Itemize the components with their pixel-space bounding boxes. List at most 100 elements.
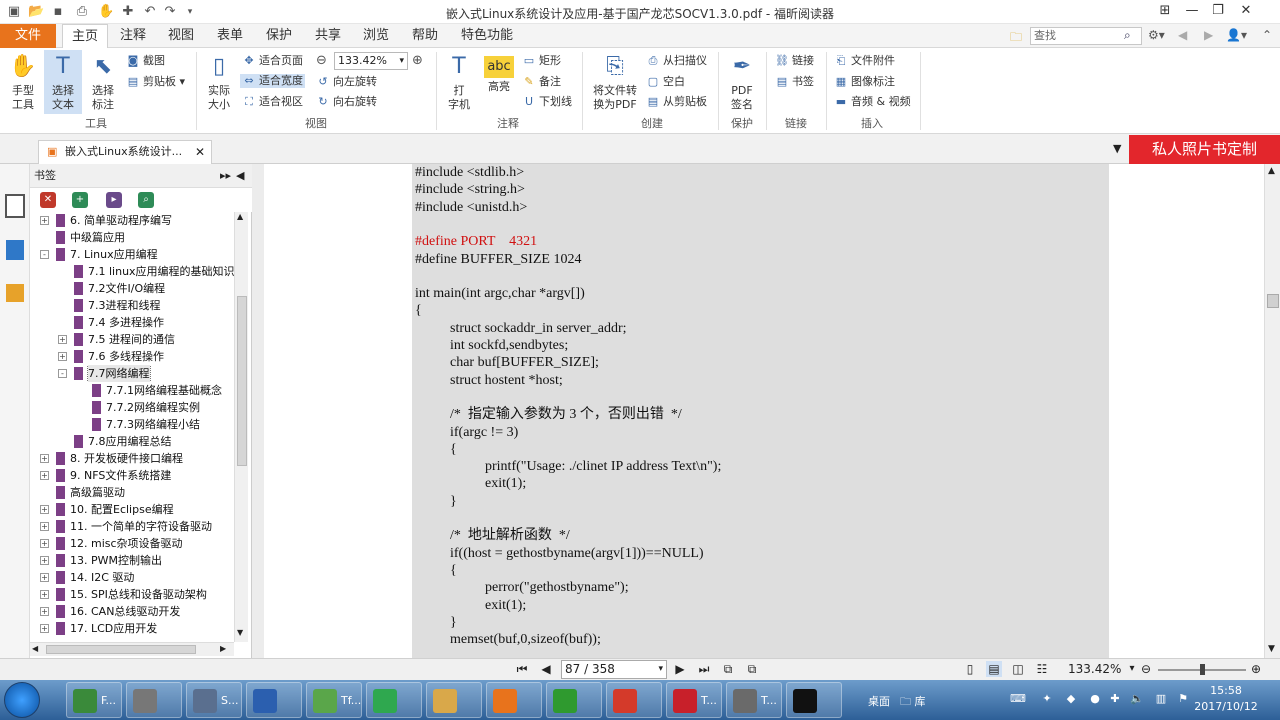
document-scrollbar[interactable]: ▲ ▼ xyxy=(1264,164,1280,658)
zoom-out-icon[interactable]: ⊖ xyxy=(316,53,327,68)
bookmark-item[interactable]: +13. PWM控制输出 xyxy=(34,552,234,569)
typewriter-button[interactable]: T 打 字机 xyxy=(441,52,477,112)
pdf-sign-button[interactable]: ✒ PDF 签名 xyxy=(724,52,760,112)
last-page-icon[interactable]: ⏭ xyxy=(696,661,712,677)
select-text-button[interactable]: T 选择 文本 xyxy=(44,50,82,114)
keyboard-icon[interactable]: ⌨ xyxy=(1010,692,1026,706)
taskbar-button[interactable]: T... xyxy=(726,682,782,718)
rotate-left-button[interactable]: ↺ 向左旋转 xyxy=(316,75,377,89)
search-icon[interactable]: ⌕ xyxy=(1124,28,1131,43)
taskbar-button[interactable]: Tf... xyxy=(306,682,362,718)
convert-to-pdf-button[interactable]: ⎘ 将文件转 换为PDF xyxy=(588,52,642,112)
tab-comment[interactable]: 注释 xyxy=(112,24,154,48)
bookmark-item[interactable]: 7.7.1网络编程基础概念 xyxy=(34,382,234,399)
bookmark-item[interactable]: +7.6 多线程操作 xyxy=(34,348,234,365)
forward-icon[interactable]: ▶ xyxy=(1204,28,1213,42)
page-number-input[interactable]: 87 / 358 ▾ xyxy=(561,660,667,679)
taskbar-button[interactable] xyxy=(426,682,482,718)
bookmarks-scrollbar[interactable]: ▲ ▼ xyxy=(234,212,248,642)
next-view-icon[interactable]: ⧉ xyxy=(744,661,760,677)
expand-icon[interactable]: + xyxy=(58,335,67,344)
bookmark-item[interactable]: 7.3进程和线程 xyxy=(34,297,234,314)
bookmark-item[interactable]: +7.5 进程间的通信 xyxy=(34,331,234,348)
clipboard-button[interactable]: ▤ 剪贴板 ▾ xyxy=(126,75,185,89)
collapse-panel-icon[interactable]: ◀ xyxy=(236,164,244,188)
continuous-page-icon[interactable]: ▤ xyxy=(986,661,1002,677)
tab-help[interactable]: 帮助 xyxy=(404,24,446,48)
taskbar-button[interactable] xyxy=(606,682,662,718)
link-button[interactable]: ⛓ 链接 xyxy=(775,54,814,68)
bookmarks-panel-icon[interactable] xyxy=(5,194,25,218)
zoom-in-icon[interactable]: ⊕ xyxy=(412,53,423,68)
settings-icon[interactable]: ⚙▾ xyxy=(1148,28,1165,42)
start-button[interactable] xyxy=(4,682,40,718)
network-icon[interactable]: ▥ xyxy=(1154,692,1168,706)
bookmark-item[interactable]: +10. 配置Eclipse编程 xyxy=(34,501,234,518)
expand-bookmark-icon[interactable]: ▸ xyxy=(106,192,122,208)
tab-home[interactable]: 主页 xyxy=(62,24,108,49)
comments-panel-icon[interactable] xyxy=(6,284,24,302)
expand-icon[interactable]: + xyxy=(40,607,49,616)
expand-panel-icon[interactable]: ▸▸ xyxy=(220,164,231,188)
minimize-button[interactable]: — xyxy=(1182,2,1202,20)
actual-size-button[interactable]: ▯ 实际 大小 xyxy=(200,52,238,112)
promo-banner[interactable]: 私人照片书定制 xyxy=(1129,135,1280,164)
zoom-select[interactable]: 133.42% ▾ xyxy=(334,52,408,70)
first-page-icon[interactable]: ⏮ xyxy=(514,661,530,677)
tab-form[interactable]: 表单 xyxy=(209,24,251,48)
horizontal-scroll-thumb[interactable] xyxy=(46,645,196,654)
expand-icon[interactable]: + xyxy=(40,573,49,582)
blank-button[interactable]: ▢ 空白 xyxy=(646,75,685,89)
tab-file[interactable]: 文件 xyxy=(0,24,56,48)
system-clock[interactable]: 15:58 2017/10/12 xyxy=(1190,683,1262,715)
expand-icon[interactable]: + xyxy=(40,590,49,599)
tray-label-library[interactable]: 🗀 库 xyxy=(900,693,926,712)
layout-icon[interactable]: ⊞ xyxy=(1155,2,1175,20)
collapse-icon[interactable]: - xyxy=(40,250,49,259)
fit-width-button[interactable]: ⇔ 适合宽度 xyxy=(240,74,305,88)
pages-panel-icon[interactable] xyxy=(6,240,24,260)
scroll-down-icon[interactable]: ▼ xyxy=(237,628,243,637)
facing-page-icon[interactable]: ◫ xyxy=(1010,661,1026,677)
previous-page-icon[interactable]: ◀ xyxy=(538,661,554,677)
zoom-out-icon[interactable]: ⊖ xyxy=(1138,661,1154,677)
previous-view-icon[interactable]: ⧉ xyxy=(720,661,736,677)
bookmark-item[interactable]: 7.8应用编程总结 xyxy=(34,433,234,450)
tab-view[interactable]: 视图 xyxy=(160,24,202,48)
bookmark-button[interactable]: ▤ 书签 xyxy=(775,75,814,89)
bookmarks-scroll-thumb[interactable] xyxy=(237,296,247,466)
fit-view-button[interactable]: ⛶ 适合视区 xyxy=(242,95,303,109)
tab-protect[interactable]: 保护 xyxy=(258,24,300,48)
tray-label-desktop[interactable]: 桌面 xyxy=(868,693,890,709)
tab-browse[interactable]: 浏览 xyxy=(355,24,397,48)
image-annotation-button[interactable]: ▦ 图像标注 xyxy=(834,75,895,89)
bookmark-item[interactable]: +6. 简单驱动程序编写 xyxy=(34,212,234,229)
pdf-page[interactable]: #include <stdlib.h> #include <string.h> #i… xyxy=(412,164,1109,658)
close-tab-icon[interactable]: ✕ xyxy=(195,141,205,163)
from-clipboard-button[interactable]: ▤ 从剪贴板 xyxy=(646,95,707,109)
taskbar-button[interactable] xyxy=(786,682,842,718)
bookmark-item[interactable]: +17. LCD应用开发 xyxy=(34,620,234,637)
taskbar-button[interactable]: T... xyxy=(666,682,722,718)
document-tab[interactable]: ▣ 嵌入式Linux系统设计... ✕ xyxy=(38,140,212,164)
tab-list-icon[interactable]: ▼ xyxy=(1113,142,1121,155)
taskbar-button[interactable] xyxy=(486,682,542,718)
expand-icon[interactable]: + xyxy=(40,624,49,633)
expand-icon[interactable]: + xyxy=(40,471,49,480)
user-icon[interactable]: 👤▾ xyxy=(1226,28,1247,42)
scroll-down-icon[interactable]: ▼ xyxy=(1268,644,1275,654)
bookmark-item[interactable]: 7.4 多进程操作 xyxy=(34,314,234,331)
expand-icon[interactable]: + xyxy=(40,454,49,463)
next-page-icon[interactable]: ▶ xyxy=(672,661,688,677)
folder-search-icon[interactable]: 🗀 xyxy=(1010,28,1022,49)
bookmark-item[interactable]: 7.7.2网络编程实例 xyxy=(34,399,234,416)
bookmark-item[interactable]: +8. 开发板硬件接口编程 xyxy=(34,450,234,467)
bookmark-item[interactable]: +9. NFS文件系统搭建 xyxy=(34,467,234,484)
expand-icon[interactable]: + xyxy=(40,556,49,565)
taskbar-button[interactable]: F... xyxy=(66,682,122,718)
tab-features[interactable]: 特色功能 xyxy=(455,24,519,48)
single-page-icon[interactable]: ▯ xyxy=(962,661,978,677)
bookmark-item[interactable]: +14. I2C 驱动 xyxy=(34,569,234,586)
expand-icon[interactable]: + xyxy=(40,216,49,225)
scroll-left-icon[interactable]: ◀ xyxy=(32,644,38,653)
